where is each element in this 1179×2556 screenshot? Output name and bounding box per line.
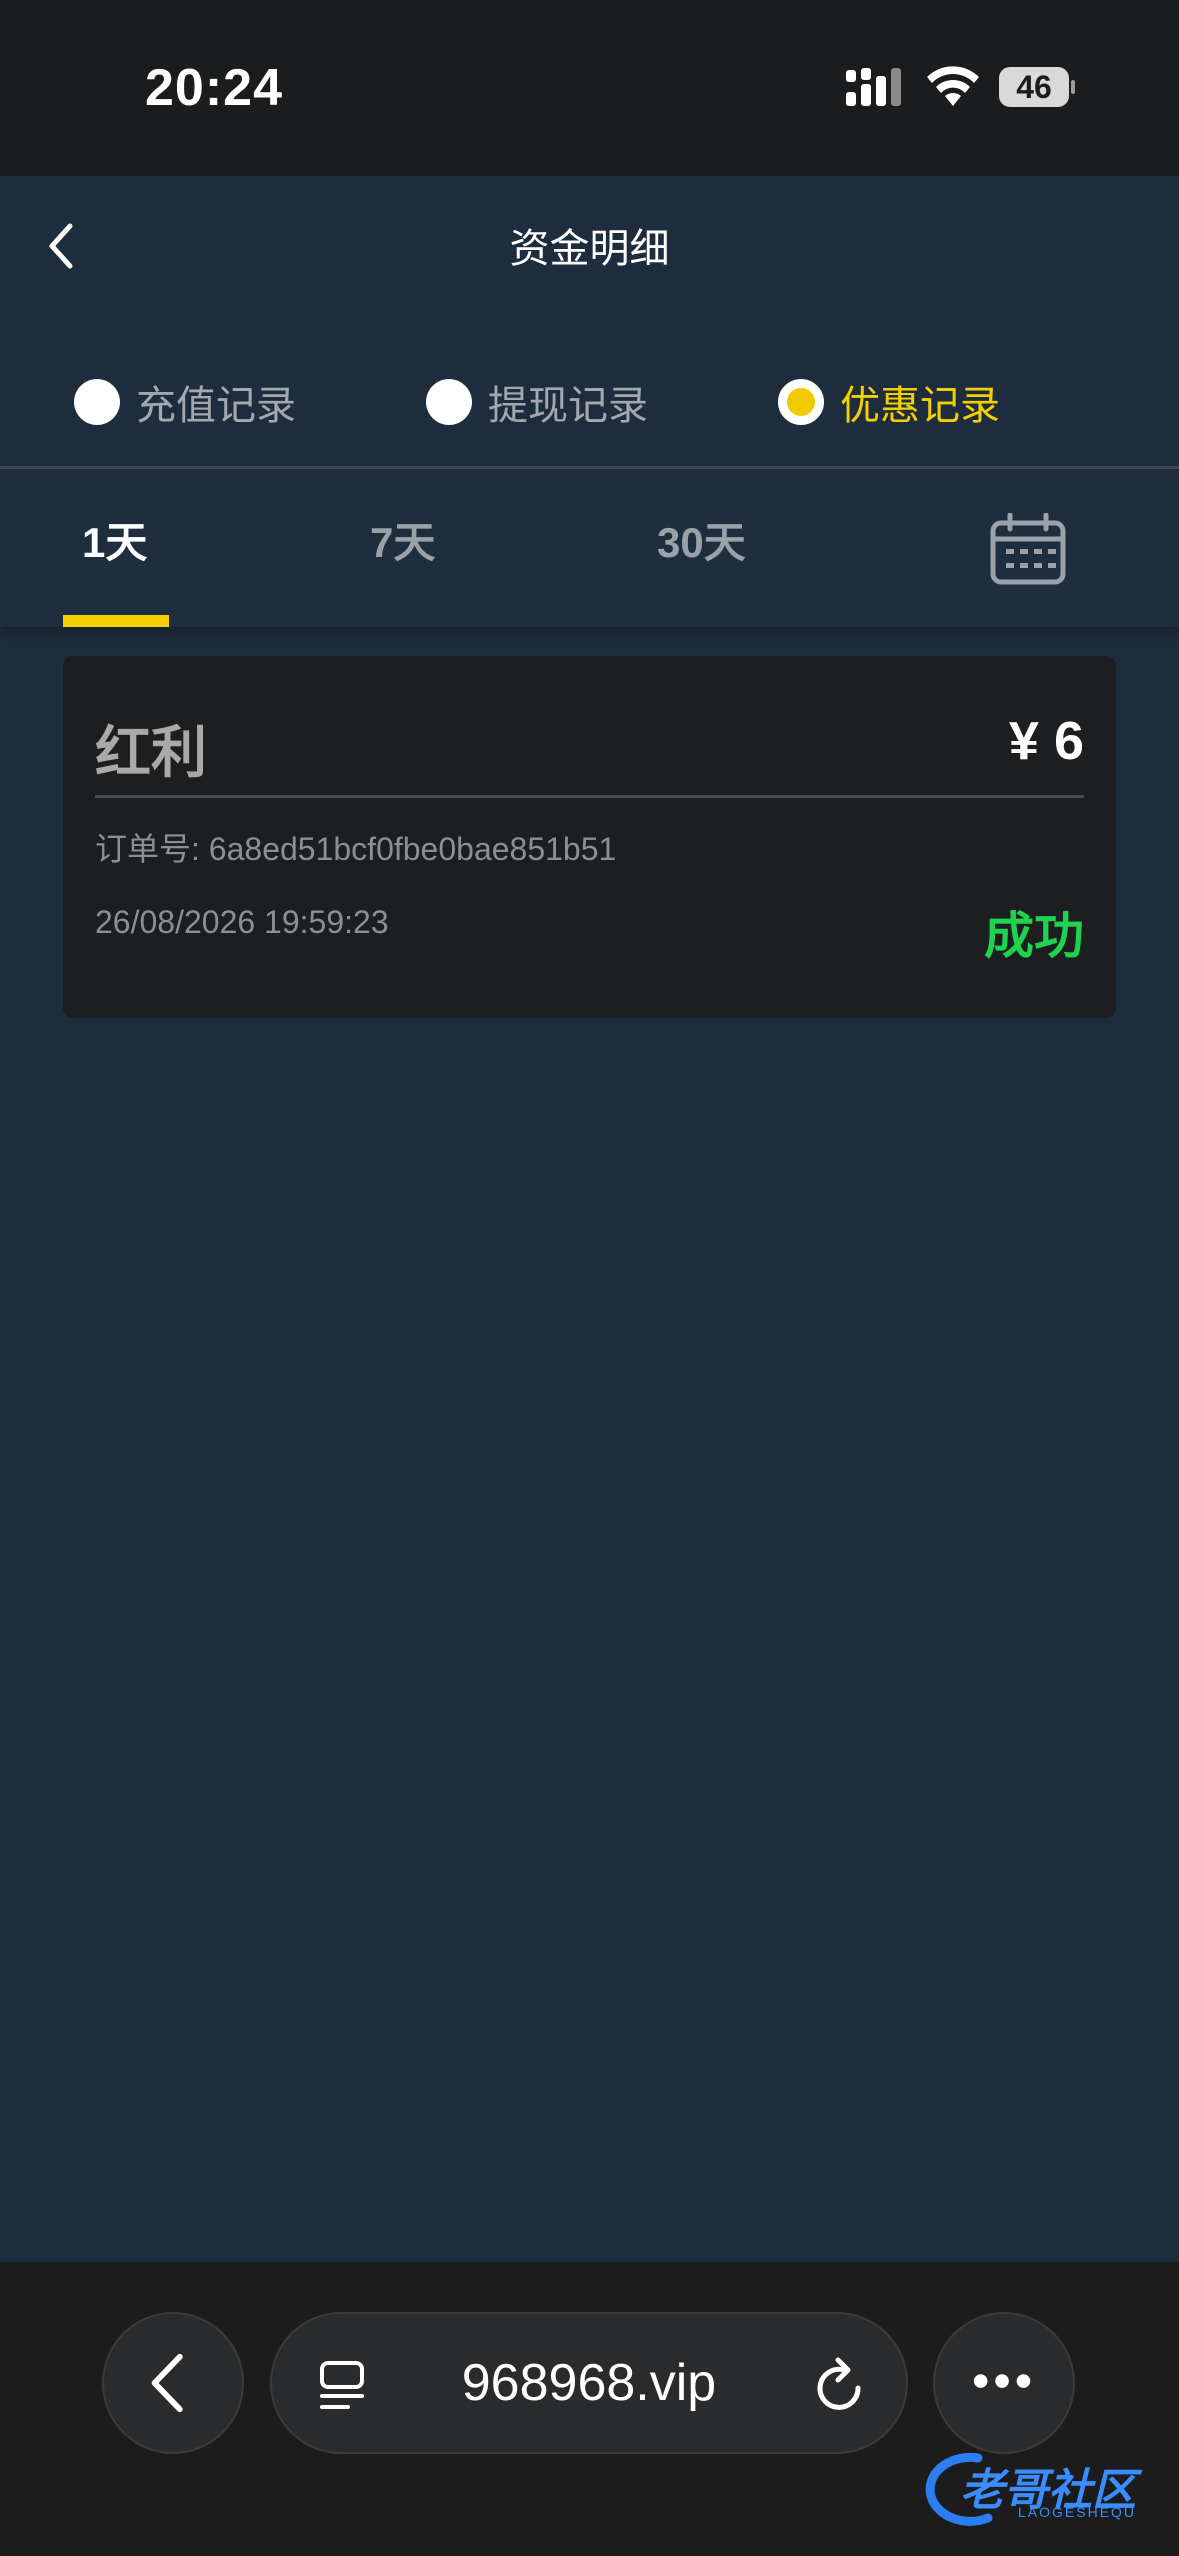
record-type: 红利 (95, 721, 207, 784)
radio-recharge-records[interactable]: 充值记录 (74, 352, 296, 452)
back-chevron-icon (151, 2353, 183, 2413)
radio-label: 提现记录 (488, 384, 648, 428)
cellular-signal-icon (846, 68, 901, 106)
more-icon (973, 2374, 1031, 2388)
url-text: 968968.vip (461, 2354, 717, 2412)
record-type-selector: 充值记录 提现记录 优惠记录 (0, 352, 1179, 452)
status-time: 20:24 (145, 59, 283, 117)
card-divider (95, 795, 1084, 798)
active-tab-indicator (63, 615, 169, 627)
battery-level: 46 (1016, 69, 1052, 105)
watermark-subtext: LAOGESHEQU (1018, 2504, 1137, 2520)
tab-1-day[interactable]: 1天 (82, 509, 147, 570)
range-tabs: 1天 7天 30天 (0, 469, 1179, 627)
watermark-logo: 老哥社区 LAOGESHEQU (918, 2448, 1168, 2528)
wifi-icon (927, 66, 979, 106)
radio-label: 优惠记录 (840, 384, 1000, 428)
battery-icon: 46 (998, 66, 1076, 108)
page-title: 资金明细 (509, 227, 670, 271)
more-options-button[interactable] (933, 2312, 1075, 2454)
radio-withdraw-records[interactable]: 提现记录 (426, 352, 648, 452)
page-header: 资金明细 充值记录 提现记录 优惠记录 (0, 176, 1179, 468)
radio-promotion-records[interactable]: 优惠记录 (778, 352, 1000, 452)
status-badge: 成功 (984, 908, 1084, 964)
tab-30-days[interactable]: 30天 (657, 509, 746, 570)
record-datetime: 26/08/2026 19:59:23 (95, 904, 389, 940)
record-card: 红利 ¥ 6 订单号: 6a8ed51bcf0fbe0bae851b51 26/… (63, 656, 1116, 1018)
tab-7-days[interactable]: 7天 (370, 509, 435, 570)
calendar-icon[interactable] (990, 513, 1066, 585)
address-bar[interactable]: 968968.vip (270, 2312, 908, 2454)
reload-icon[interactable] (812, 2356, 868, 2416)
status-bar: 20:24 46 (0, 0, 1179, 176)
record-amount: ¥ 6 (1008, 711, 1084, 771)
radio-label: 充值记录 (136, 384, 296, 428)
radio-circle (74, 379, 120, 425)
order-label: 订单号: (95, 831, 209, 867)
radio-circle (426, 379, 472, 425)
order-number: 订单号: 6a8ed51bcf0fbe0bae851b51 (95, 824, 616, 870)
radio-circle-selected (778, 379, 824, 425)
browser-back-button[interactable] (102, 2312, 244, 2454)
order-id: 6a8ed51bcf0fbe0bae851b51 (208, 831, 617, 867)
